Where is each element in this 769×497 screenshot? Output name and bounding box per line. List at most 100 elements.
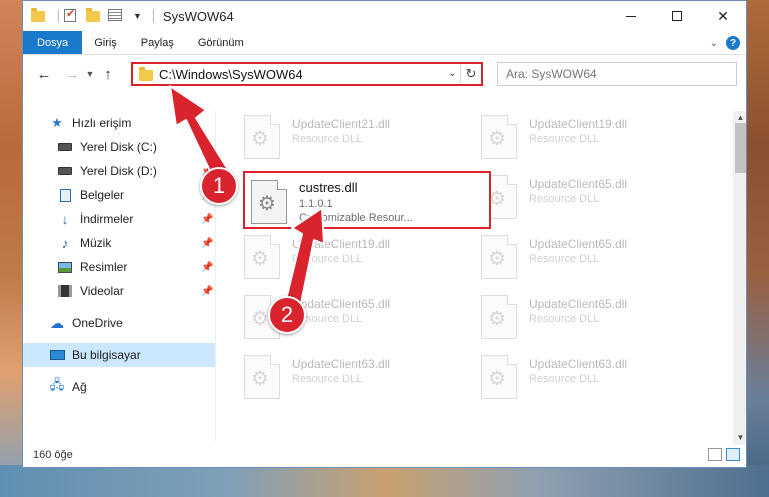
scroll-thumb[interactable] — [735, 123, 746, 173]
file-name: UpdateClient63.dll — [529, 357, 628, 371]
sidebar-item-onedrive[interactable]: ☁ OneDrive — [23, 311, 215, 335]
close-icon: ✕ — [717, 7, 729, 24]
back-button[interactable]: ← — [33, 63, 55, 85]
sidebar-item-label: OneDrive — [72, 316, 123, 330]
desktop-wallpaper-left — [0, 0, 22, 497]
sidebar-item-label: Hızlı erişim — [72, 116, 132, 130]
ribbon-tabs: Dosya Giriş Paylaş Görünüm ⌄ ? — [23, 31, 746, 55]
tab-share[interactable]: Paylaş — [129, 31, 186, 54]
dll-file-icon: ⚙ — [244, 235, 280, 279]
status-bar: 160 öğe — [23, 443, 746, 467]
file-name: UpdateClient65.dll — [529, 297, 628, 311]
sidebar-item-local-disk-c[interactable]: Yerel Disk (C:) 📌 — [23, 135, 215, 159]
pin-icon[interactable]: 📌 — [201, 262, 213, 273]
forward-button[interactable]: → — [61, 63, 83, 85]
sidebar-item-videos[interactable]: Videolar 📌 — [23, 279, 215, 303]
file-version: 1.1.0.1 — [299, 198, 333, 210]
expand-ribbon-chevron-icon[interactable]: ⌄ — [710, 38, 718, 49]
list-item[interactable]: ⚙ UpdateClient63.dll Resource DLL — [244, 353, 464, 405]
pin-icon[interactable]: 📌 — [201, 142, 213, 153]
computer-icon — [49, 348, 65, 362]
tab-view[interactable]: Görünüm — [186, 31, 256, 54]
new-folder-icon[interactable] — [86, 8, 102, 23]
properties-icon[interactable] — [108, 9, 124, 23]
sidebar-item-label: Resimler — [80, 260, 128, 274]
address-path[interactable]: C:\Windows\SysWOW64 — [159, 67, 445, 82]
refresh-icon[interactable]: ↻ — [461, 66, 481, 82]
window-controls: ✕ — [608, 1, 746, 31]
navigation-bar: ← → ▼ ↑ C:\Windows\SysWOW64 ⌄ ↻ Ara: Sys… — [23, 55, 746, 93]
list-item[interactable]: ⚙ UpdateClient21.dll Resource DLL — [244, 113, 464, 165]
customize-toolbar-chevron-icon[interactable]: ▼ — [133, 11, 142, 21]
list-item[interactable]: ⚙ UpdateClient19.dll Resource DLL — [481, 113, 701, 165]
step-one-badge: 1 — [200, 167, 238, 205]
recent-locations-button[interactable]: ▼ — [83, 63, 97, 85]
highlighted-file-item[interactable]: ⚙ custres.dll 1.1.0.1 Customizable Resou… — [243, 171, 491, 229]
sidebar-item-local-disk-d[interactable]: Yerel Disk (D:) 📌 — [23, 159, 215, 183]
sidebar-item-this-pc[interactable]: Bu bilgisayar — [23, 343, 215, 367]
back-arrow-icon: ← — [36, 65, 52, 83]
details-view-icon[interactable] — [708, 448, 722, 461]
folder-icon — [31, 8, 47, 23]
minimize-button[interactable] — [608, 1, 654, 31]
desktop-wallpaper-right — [747, 0, 769, 497]
pictures-icon — [57, 260, 73, 274]
dll-file-icon: ⚙ — [481, 115, 517, 159]
sidebar-item-label: İndirmeler — [80, 212, 134, 226]
dll-file-icon: ⚙ — [481, 355, 517, 399]
file-name: UpdateClient65.dll — [529, 177, 628, 191]
dll-file-icon: ⚙ — [251, 180, 287, 224]
music-icon: ♪ — [61, 235, 69, 251]
sidebar-item-quick-access[interactable]: ★ Hızlı erişim — [23, 111, 215, 135]
download-icon: ↓ — [61, 211, 69, 227]
sidebar-item-label: Müzik — [80, 236, 112, 250]
tiles-view-icon[interactable] — [726, 448, 740, 461]
pin-icon[interactable]: 📌 — [201, 238, 213, 249]
step-two-badge: 2 — [268, 296, 306, 334]
file-description: Resource DLL — [529, 193, 600, 205]
quick-access-toolbar: ▼ SysWOW64 — [23, 1, 234, 31]
view-toggles — [708, 448, 740, 461]
list-item[interactable]: ⚙ UpdateClient65.dll Resource DLL — [481, 293, 701, 345]
file-name: UpdateClient65.dll — [292, 297, 391, 311]
dll-file-icon: ⚙ — [481, 295, 517, 339]
pin-icon[interactable]: 📌 — [201, 214, 213, 225]
tab-home[interactable]: Giriş — [82, 31, 129, 54]
cloud-icon: ☁ — [50, 314, 64, 331]
maximize-icon — [672, 11, 682, 21]
sidebar-item-documents[interactable]: Belgeler 📌 — [23, 183, 215, 207]
address-bar[interactable]: C:\Windows\SysWOW64 ⌄ ↻ — [131, 62, 483, 86]
video-icon — [57, 284, 73, 298]
file-name: custres.dll — [299, 180, 358, 195]
list-item[interactable]: ⚙ UpdateClient65.dll Resource DLL — [481, 233, 701, 285]
dll-file-icon: ⚙ — [244, 115, 280, 159]
help-icon[interactable]: ? — [726, 36, 740, 50]
tab-file[interactable]: Dosya — [23, 31, 83, 54]
title-bar: ▼ SysWOW64 ✕ — [23, 1, 746, 31]
forward-arrow-icon: → — [64, 65, 80, 83]
maximize-button[interactable] — [654, 1, 700, 31]
pin-icon[interactable]: 📌 — [201, 286, 213, 297]
list-item[interactable]: ⚙ UpdateClient19.dll Resource DLL — [244, 233, 464, 285]
up-button[interactable]: ↑ — [97, 63, 119, 85]
sidebar-item-label: Yerel Disk (C:) — [80, 140, 157, 154]
search-input[interactable]: Ara: SysWOW64 — [497, 62, 737, 86]
minimize-icon — [626, 15, 636, 17]
navigation-pane: ★ Hızlı erişim Yerel Disk (C:) 📌 Yerel D… — [23, 111, 216, 441]
sidebar-item-downloads[interactable]: ↓ İndirmeler 📌 — [23, 207, 215, 231]
close-button[interactable]: ✕ — [700, 1, 746, 31]
list-item[interactable]: ⚙ UpdateClient65.dll Resource DLL — [481, 173, 701, 225]
address-history-chevron-icon[interactable]: ⌄ — [445, 64, 461, 84]
file-description: Resource DLL — [292, 253, 363, 265]
sidebar-item-music[interactable]: ♪ Müzik 📌 — [23, 231, 215, 255]
vertical-scrollbar[interactable]: ▲ ▼ — [733, 111, 746, 445]
chevron-down-icon: ▼ — [85, 69, 95, 79]
toolbar-divider — [152, 9, 154, 23]
network-icon: 🖧 — [49, 377, 65, 392]
sidebar-item-pictures[interactable]: Resimler 📌 — [23, 255, 215, 279]
list-item[interactable]: ⚙ UpdateClient63.dll Resource DLL — [481, 353, 701, 405]
sidebar-item-network[interactable]: 🖧 Ağ — [23, 375, 215, 399]
file-description: Customizable Resour... — [299, 212, 413, 224]
properties-check-icon[interactable] — [64, 7, 80, 23]
file-description: Resource DLL — [292, 313, 363, 325]
